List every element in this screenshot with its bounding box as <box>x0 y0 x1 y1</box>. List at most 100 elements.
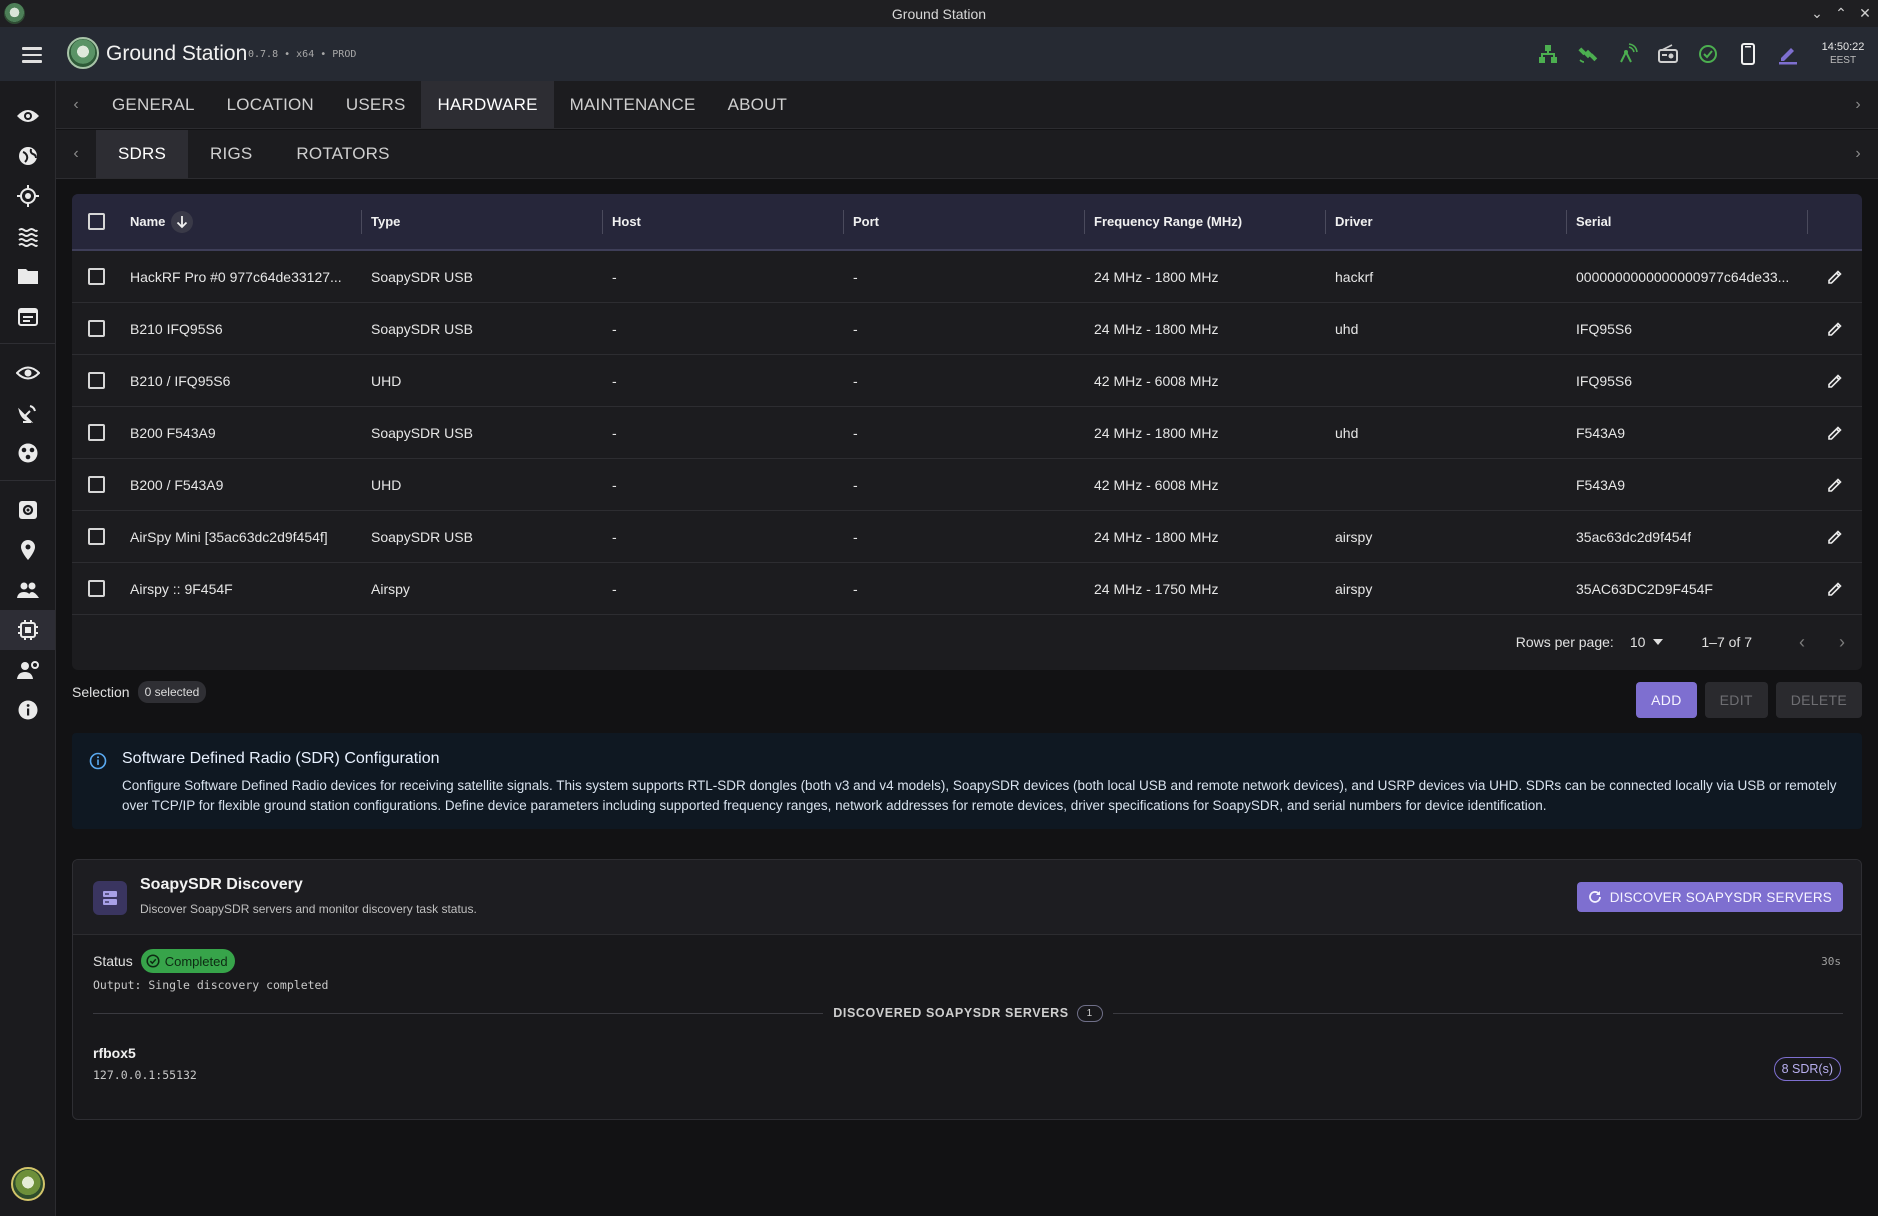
table-row[interactable]: B210 IFQ95S6 SoapySDR USB - - 24 MHz - 1800 … <box>72 303 1862 355</box>
edit-button[interactable]: EDIT <box>1704 682 1768 718</box>
dropdown-arrow-icon <box>1653 639 1664 645</box>
users-icon <box>16 582 39 598</box>
frequency-cell: 42 MHz - 6008 MHz <box>1094 476 1219 493</box>
maximize-icon[interactable]: ⌃ <box>1834 5 1848 21</box>
sidebar-item-globe[interactable] <box>0 136 55 176</box>
tab-sdrs[interactable]: SDRS <box>96 130 189 178</box>
edit-icon[interactable] <box>1768 27 1808 81</box>
column-header-actions <box>1808 194 1862 249</box>
sidebar-item-tracking[interactable] <box>0 176 55 216</box>
column-header-driver[interactable]: Driver <box>1326 194 1567 249</box>
discovery-status: Status Completed <box>93 949 235 973</box>
previous-page-icon[interactable]: ‹ <box>1782 632 1822 653</box>
sidebar-item-admin[interactable] <box>0 650 55 690</box>
sidebar-item-groups[interactable] <box>0 433 55 473</box>
column-header-name[interactable]: Name <box>121 194 362 249</box>
tab-rigs[interactable]: RIGS <box>188 130 274 178</box>
subtabs-scroll-left-icon[interactable]: ‹ <box>56 130 96 178</box>
table-row[interactable]: B200 F543A9 SoapySDR USB - - 24 MHz - 1800 M… <box>72 407 1862 459</box>
table-row[interactable]: HackRF Pro #0 977c64de33127... SoapySDR U… <box>72 251 1862 303</box>
row-select-cell <box>72 355 121 406</box>
host-cell: - <box>612 320 617 337</box>
sidebar-item-location[interactable] <box>0 530 55 570</box>
row-checkbox[interactable] <box>88 476 105 493</box>
column-header-port[interactable]: Port <box>844 194 1085 249</box>
edit-row-cell <box>1808 251 1862 302</box>
clock-timezone: EEST <box>1829 55 1857 66</box>
column-header-frequency[interactable]: Frequency Range (MHz) <box>1085 194 1326 249</box>
sidebar-item-satellites[interactable] <box>0 393 55 433</box>
phone-icon[interactable] <box>1728 27 1768 81</box>
close-icon[interactable]: ✕ <box>1858 5 1872 21</box>
pencil-icon[interactable] <box>1827 269 1843 285</box>
calendar-icon <box>17 308 38 326</box>
pencil-icon[interactable] <box>1827 425 1843 441</box>
tab-maintenance[interactable]: MAINTENANCE <box>554 81 712 128</box>
pencil-icon[interactable] <box>1827 321 1843 337</box>
row-checkbox[interactable] <box>88 580 105 597</box>
row-checkbox[interactable] <box>88 268 105 285</box>
row-select-cell <box>72 563 121 614</box>
name-cell: HackRF Pro #0 977c64de33127... <box>130 268 342 285</box>
select-all-checkbox[interactable] <box>88 213 105 230</box>
column-header-type[interactable]: Type <box>362 194 603 249</box>
row-checkbox[interactable] <box>88 320 105 337</box>
sidebar-item-about[interactable] <box>0 690 55 730</box>
sidebar-item-settings[interactable] <box>0 490 55 530</box>
row-checkbox[interactable] <box>88 372 105 389</box>
serial-cell: 0000000000000000977c64de33... <box>1576 268 1790 285</box>
tabs-scroll-left-icon[interactable]: ‹ <box>56 81 96 128</box>
tab-about[interactable]: ABOUT <box>712 81 804 128</box>
driver-cell: uhd <box>1335 424 1359 441</box>
sidebar-item-overview[interactable] <box>0 96 55 136</box>
discover-soapysdr-servers-button[interactable]: DISCOVER SOAPYSDR SERVERS <box>1576 882 1843 912</box>
edit-row-cell <box>1808 355 1862 406</box>
tab-general[interactable]: GENERAL <box>96 81 211 128</box>
pencil-icon[interactable] <box>1827 529 1843 545</box>
table-row[interactable]: Airspy :: 9F454F Airspy - - 24 MHz - 1750 MH… <box>72 563 1862 615</box>
name-cell: AirSpy Mini [35ac63dc2d9f454f] <box>130 528 328 545</box>
add-button[interactable]: ADD <box>1636 682 1697 718</box>
check-circle-icon[interactable] <box>1688 27 1728 81</box>
clock: 14:50:22 EEST <box>1808 40 1878 68</box>
subtabs-scroll-right-icon[interactable]: › <box>1838 130 1878 178</box>
table-row[interactable]: B200 / F543A9 UHD - - 42 MHz - 6008 MHz F543A… <box>72 459 1862 511</box>
name-cell: B210 / IFQ95S6 <box>130 372 231 389</box>
column-header-host[interactable]: Host <box>603 194 844 249</box>
sidebar-item-users[interactable] <box>0 570 55 610</box>
table-row[interactable]: AirSpy Mini [35ac63dc2d9f454f] SoapySDR U… <box>72 511 1862 563</box>
table-row[interactable]: B210 / IFQ95S6 UHD - - 42 MHz - 6008 MHz IFQ9… <box>72 355 1862 407</box>
antenna-icon[interactable] <box>1608 27 1648 81</box>
sidebar-item-observations[interactable] <box>0 353 55 393</box>
crosshair-icon <box>16 185 39 207</box>
sidebar-item-hardware[interactable] <box>0 610 55 650</box>
column-header-serial[interactable]: Serial <box>1567 194 1808 249</box>
sort-arrow-down-icon[interactable] <box>171 210 194 233</box>
info-icon <box>18 700 37 720</box>
row-checkbox[interactable] <box>88 528 105 545</box>
row-checkbox[interactable] <box>88 424 105 441</box>
radio-icon[interactable] <box>1648 27 1688 81</box>
delete-button[interactable]: DELETE <box>1775 682 1862 718</box>
network-icon[interactable] <box>1528 27 1568 81</box>
rows-per-page-select[interactable]: 10 <box>1630 634 1664 650</box>
user-avatar[interactable] <box>11 1167 45 1201</box>
minimize-icon[interactable]: ⌄ <box>1810 5 1824 21</box>
sidebar-item-schedule[interactable] <box>0 296 55 336</box>
sidebar-item-waterfall[interactable] <box>0 216 55 256</box>
name-cell: B200 F543A9 <box>130 424 216 441</box>
tab-rotators[interactable]: ROTATORS <box>274 130 411 178</box>
pencil-icon[interactable] <box>1827 477 1843 493</box>
pencil-icon[interactable] <box>1827 581 1843 597</box>
serial-cell: 35ac63dc2d9f454f <box>1576 528 1692 545</box>
next-page-icon[interactable]: › <box>1822 632 1862 653</box>
tabs-scroll-right-icon[interactable]: › <box>1838 81 1878 128</box>
tab-hardware[interactable]: HARDWARE <box>421 81 554 128</box>
tab-location[interactable]: LOCATION <box>211 81 330 128</box>
tab-users[interactable]: USERS <box>330 81 422 128</box>
satellite-icon[interactable] <box>1568 27 1608 81</box>
hamburger-menu-icon[interactable] <box>20 44 44 64</box>
pencil-icon[interactable] <box>1827 373 1843 389</box>
sidebar-item-files[interactable] <box>0 256 55 296</box>
server-address: 127.0.0.1:55132 <box>93 1068 197 1082</box>
